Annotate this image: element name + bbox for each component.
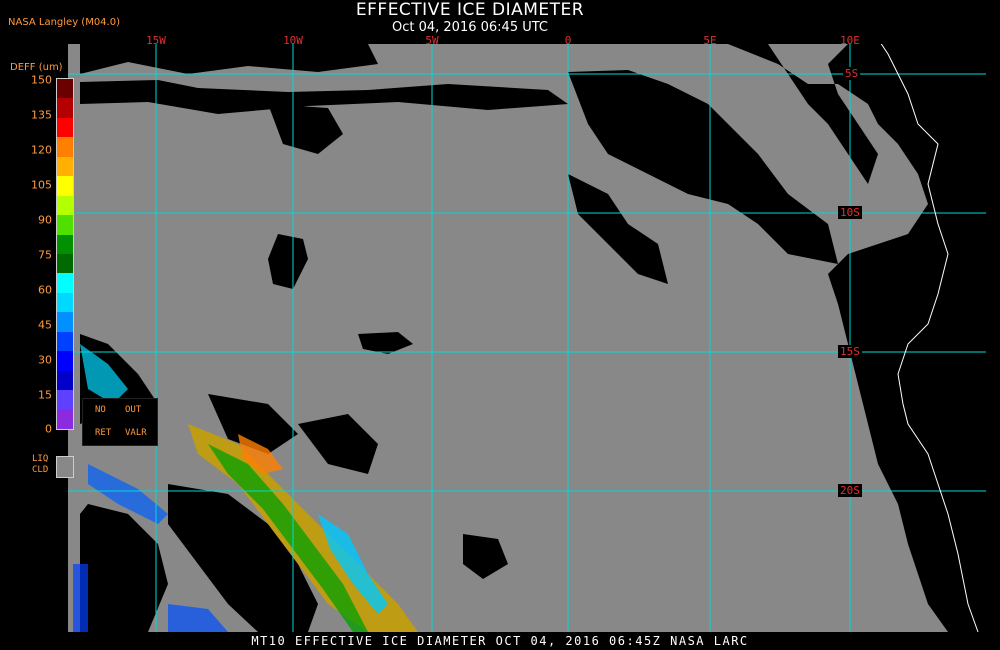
colorbar-segment <box>57 409 73 429</box>
colorbar-segment <box>57 390 73 410</box>
colorbar-segment <box>57 98 73 118</box>
colorbar-tick: 30 <box>38 353 52 367</box>
colorbar-segment <box>57 273 73 293</box>
colorbar-segment <box>57 253 73 274</box>
legend-ret: RET <box>95 428 112 438</box>
lat-label-15s: 15S <box>838 345 862 358</box>
colorbar-segment <box>57 351 73 371</box>
colorbar-segment <box>57 156 73 177</box>
colorbar-tick: 15 <box>38 388 52 402</box>
lat-label-5s: 5S <box>843 67 861 80</box>
colorbar-segment <box>57 292 73 313</box>
map-title: EFFECTIVE ICE DIAMETER <box>355 0 585 20</box>
legend-valr: VALR <box>125 428 147 438</box>
special-values-legend: NO RET OUT VALR <box>82 398 158 446</box>
colorbar-segment <box>57 195 73 216</box>
colorbar-tick: 0 <box>45 422 52 436</box>
colorbar-tick: 150 <box>31 73 52 87</box>
colorbar-tick: 135 <box>31 108 52 122</box>
colorbar <box>56 78 74 430</box>
colorbar-title: DEFF (um) <box>10 62 63 73</box>
colorbar-segment <box>57 370 73 390</box>
colorbar-segment <box>57 117 73 138</box>
lat-label-10s: 10S <box>838 206 862 219</box>
colorbar-segment <box>57 331 73 352</box>
liquid-cloud-label: LIQ CLD <box>32 454 48 476</box>
lat-label-20s: 20S <box>838 484 862 497</box>
colorbar-tick: 105 <box>31 178 52 192</box>
legend-out: OUT <box>125 405 142 415</box>
satellite-map <box>68 44 986 632</box>
footer-caption: MT10 EFFECTIVE ICE DIAMETER OCT 04, 2016… <box>251 634 749 648</box>
colorbar-tick: 45 <box>38 318 52 332</box>
colorbar-segment <box>57 234 73 254</box>
colorbar-tick: 90 <box>38 213 52 227</box>
legend-no: NO <box>95 405 106 415</box>
provider-label: NASA Langley (M04.0) <box>8 17 120 28</box>
liq-label-line1: LIQ <box>32 454 49 464</box>
map-timestamp: Oct 04, 2016 06:45 UTC <box>392 20 548 35</box>
colorbar-segment <box>57 137 73 157</box>
liq-label-line2: CLD <box>32 465 49 475</box>
colorbar-tick: 120 <box>31 143 52 157</box>
liquid-cloud-swatch <box>56 456 74 478</box>
colorbar-tick: 60 <box>38 283 52 297</box>
colorbar-segment <box>57 312 73 332</box>
colorbar-segment <box>57 215 73 235</box>
colorbar-segment <box>57 176 73 196</box>
colorbar-tick: 75 <box>38 248 52 262</box>
colorbar-segment <box>57 79 73 99</box>
